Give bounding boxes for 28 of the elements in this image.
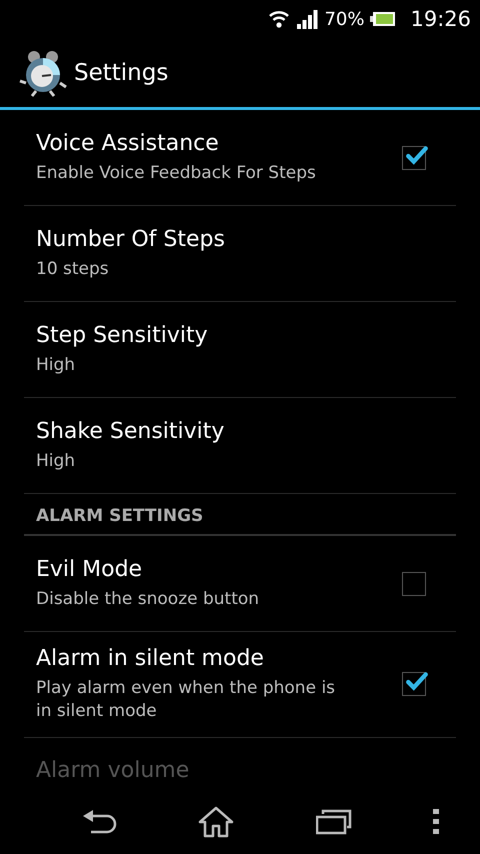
alarm-clock-icon[interactable] [18,48,68,96]
setting-summary: Enable Voice Feedback For Steps [36,162,317,184]
setting-summary: Disable the snooze button [36,588,260,610]
wifi-icon [268,9,290,29]
section-header: ALARM SETTINGS [24,494,456,536]
setting-title: Step Sensitivity [36,322,209,348]
setting-summary: 10 steps [36,258,110,280]
checkbox[interactable] [402,146,426,170]
setting-title: Shake Sensitivity [36,418,226,444]
back-icon[interactable] [80,809,117,835]
setting-title: Alarm in silent mode [36,646,265,671]
recent-apps-icon[interactable] [316,809,352,835]
home-icon[interactable] [198,806,234,838]
signal-icon [296,9,318,29]
setting-summary: Play alarm even when the phone is in silent mode [36,677,336,723]
battery-percent: 70% [324,8,364,30]
clock: 19:26 [410,7,471,31]
checkbox[interactable] [402,572,426,596]
setting-title: Number Of Steps [36,226,226,252]
setting-title: Voice Assistance [36,130,220,156]
checkbox[interactable] [402,672,426,696]
overflow-menu-icon[interactable] [433,809,440,835]
battery-icon [370,11,396,27]
setting-title: Evil Mode [36,556,144,582]
screen-title: Settings [74,60,168,86]
setting-summary: High [36,354,76,376]
setting-summary: High [36,450,76,472]
setting-title: Alarm volume [36,758,190,783]
